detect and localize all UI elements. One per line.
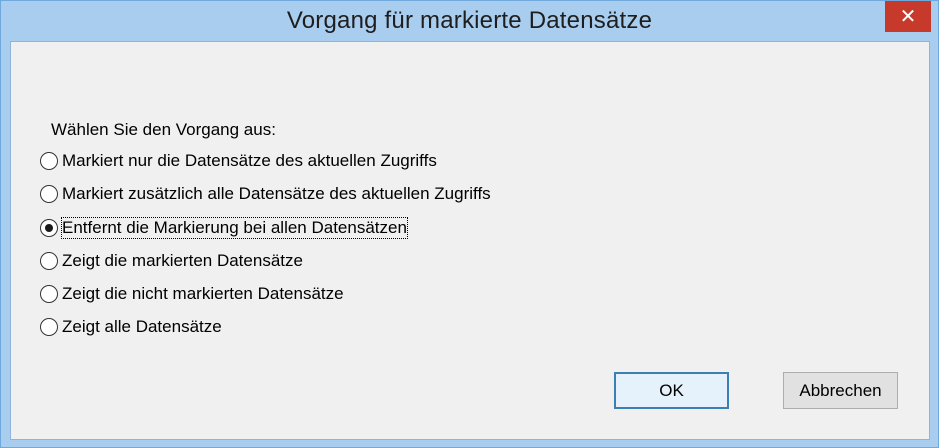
title-bar[interactable]: Vorgang für markierte Datensätze ✕ [1, 1, 938, 41]
cancel-button[interactable]: Abbrechen [783, 372, 898, 409]
radio-button[interactable] [40, 252, 58, 270]
radio-option-show-all[interactable]: Zeigt alle Datensätze [40, 315, 222, 339]
close-button[interactable]: ✕ [885, 1, 931, 32]
dialog-window: Vorgang für markierte Datensätze ✕ Wähle… [0, 0, 939, 448]
radio-button[interactable] [40, 152, 58, 170]
option-label[interactable]: Zeigt die nicht markierten Datensätze [62, 284, 344, 304]
radio-button[interactable] [40, 285, 58, 303]
option-label[interactable]: Markiert zusätzlich alle Datensätze des … [62, 184, 491, 204]
option-label[interactable]: Zeigt die markierten Datensätze [62, 251, 303, 271]
option-label[interactable]: Entfernt die Markierung bei allen Datens… [61, 217, 408, 239]
radio-option-mark-additional[interactable]: Markiert zusätzlich alle Datensätze des … [40, 182, 491, 206]
radio-button[interactable] [40, 318, 58, 336]
radio-option-remove-marking[interactable]: Entfernt die Markierung bei allen Datens… [40, 216, 408, 240]
radio-button-selected[interactable] [40, 219, 58, 237]
radio-button[interactable] [40, 185, 58, 203]
radio-option-show-unmarked[interactable]: Zeigt die nicht markierten Datensätze [40, 282, 344, 306]
prompt-label: Wählen Sie den Vorgang aus: [51, 120, 276, 139]
option-label[interactable]: Zeigt alle Datensätze [62, 317, 222, 337]
close-icon: ✕ [899, 5, 917, 28]
radio-dot-icon [45, 224, 53, 232]
option-label[interactable]: Markiert nur die Datensätze des aktuelle… [62, 151, 437, 171]
window-title: Vorgang für markierte Datensätze [286, 7, 653, 34]
dialog-body: Wählen Sie den Vorgang aus: Markiert nur… [10, 41, 930, 440]
radio-option-show-marked[interactable]: Zeigt die markierten Datensätze [40, 249, 303, 273]
radio-option-mark-current[interactable]: Markiert nur die Datensätze des aktuelle… [40, 149, 437, 173]
ok-button[interactable]: OK [614, 372, 729, 409]
